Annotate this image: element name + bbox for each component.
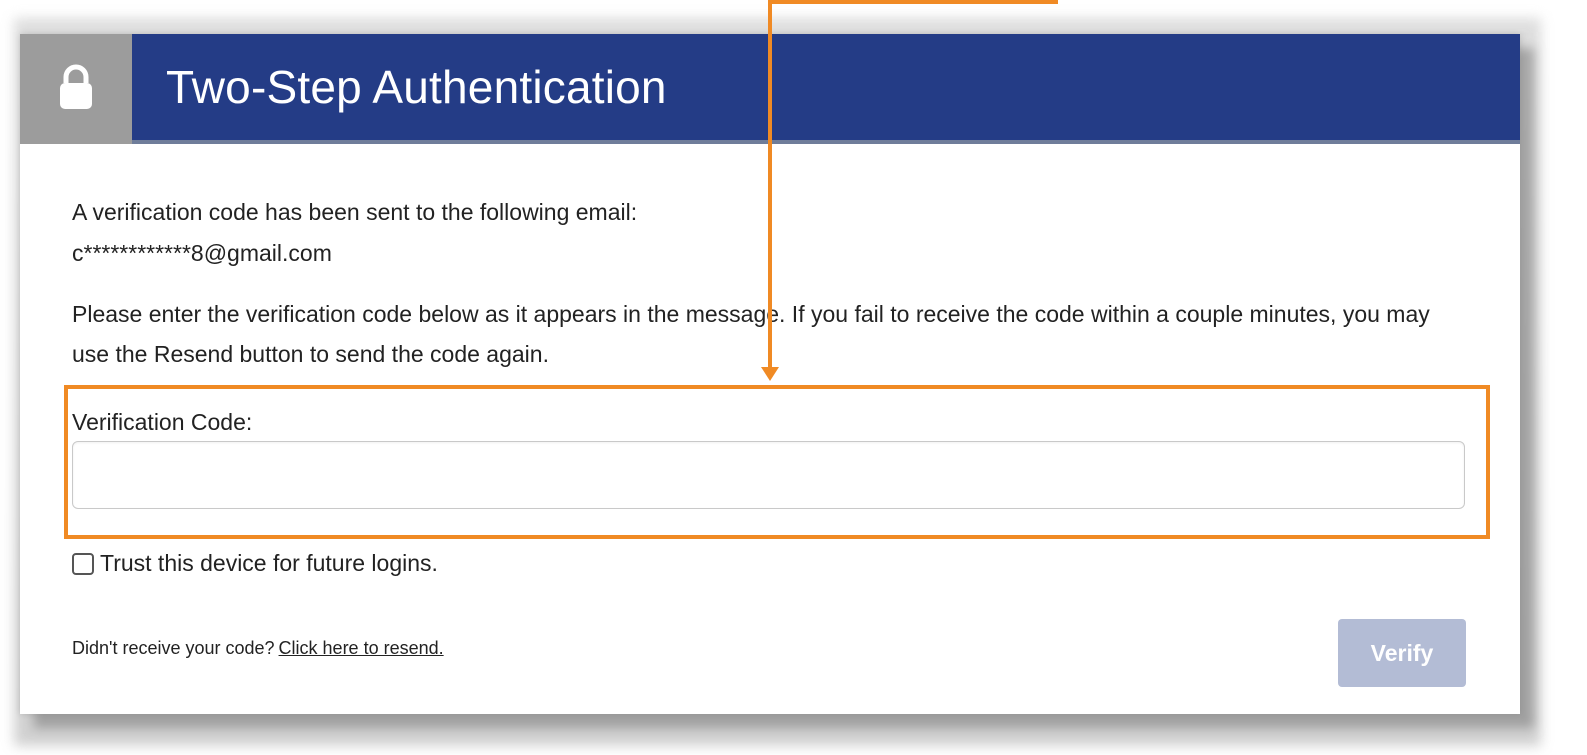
- annotation-arrow-head: [761, 367, 779, 381]
- verify-button[interactable]: Verify: [1338, 619, 1466, 687]
- resend-row: Didn't receive your code? Click here to r…: [72, 638, 444, 659]
- header-title-bar: Two-Step Authentication: [132, 34, 1520, 144]
- instructions-text: Please enter the verification code below…: [72, 301, 1430, 367]
- lock-icon: [56, 63, 96, 116]
- two-step-auth-dialog: Two-Step Authentication A verification c…: [20, 0, 1520, 714]
- annotation-highlight-box: [64, 385, 1490, 539]
- sent-message: A verification code has been sent to the…: [72, 199, 638, 225]
- lock-icon-panel: [20, 34, 132, 144]
- resend-link[interactable]: Click here to resend.: [279, 638, 444, 658]
- annotation-arrow-line: [768, 0, 772, 370]
- resend-prompt: Didn't receive your code?: [72, 638, 275, 658]
- trust-device-label: Trust this device for future logins.: [100, 550, 438, 576]
- trust-device-row[interactable]: Trust this device for future logins.: [72, 550, 438, 577]
- annotation-arrow-top: [768, 0, 1058, 4]
- dialog-title: Two-Step Authentication: [166, 61, 667, 113]
- trust-device-checkbox[interactable]: [72, 552, 94, 575]
- masked-email: c************8@gmail.com: [72, 240, 332, 266]
